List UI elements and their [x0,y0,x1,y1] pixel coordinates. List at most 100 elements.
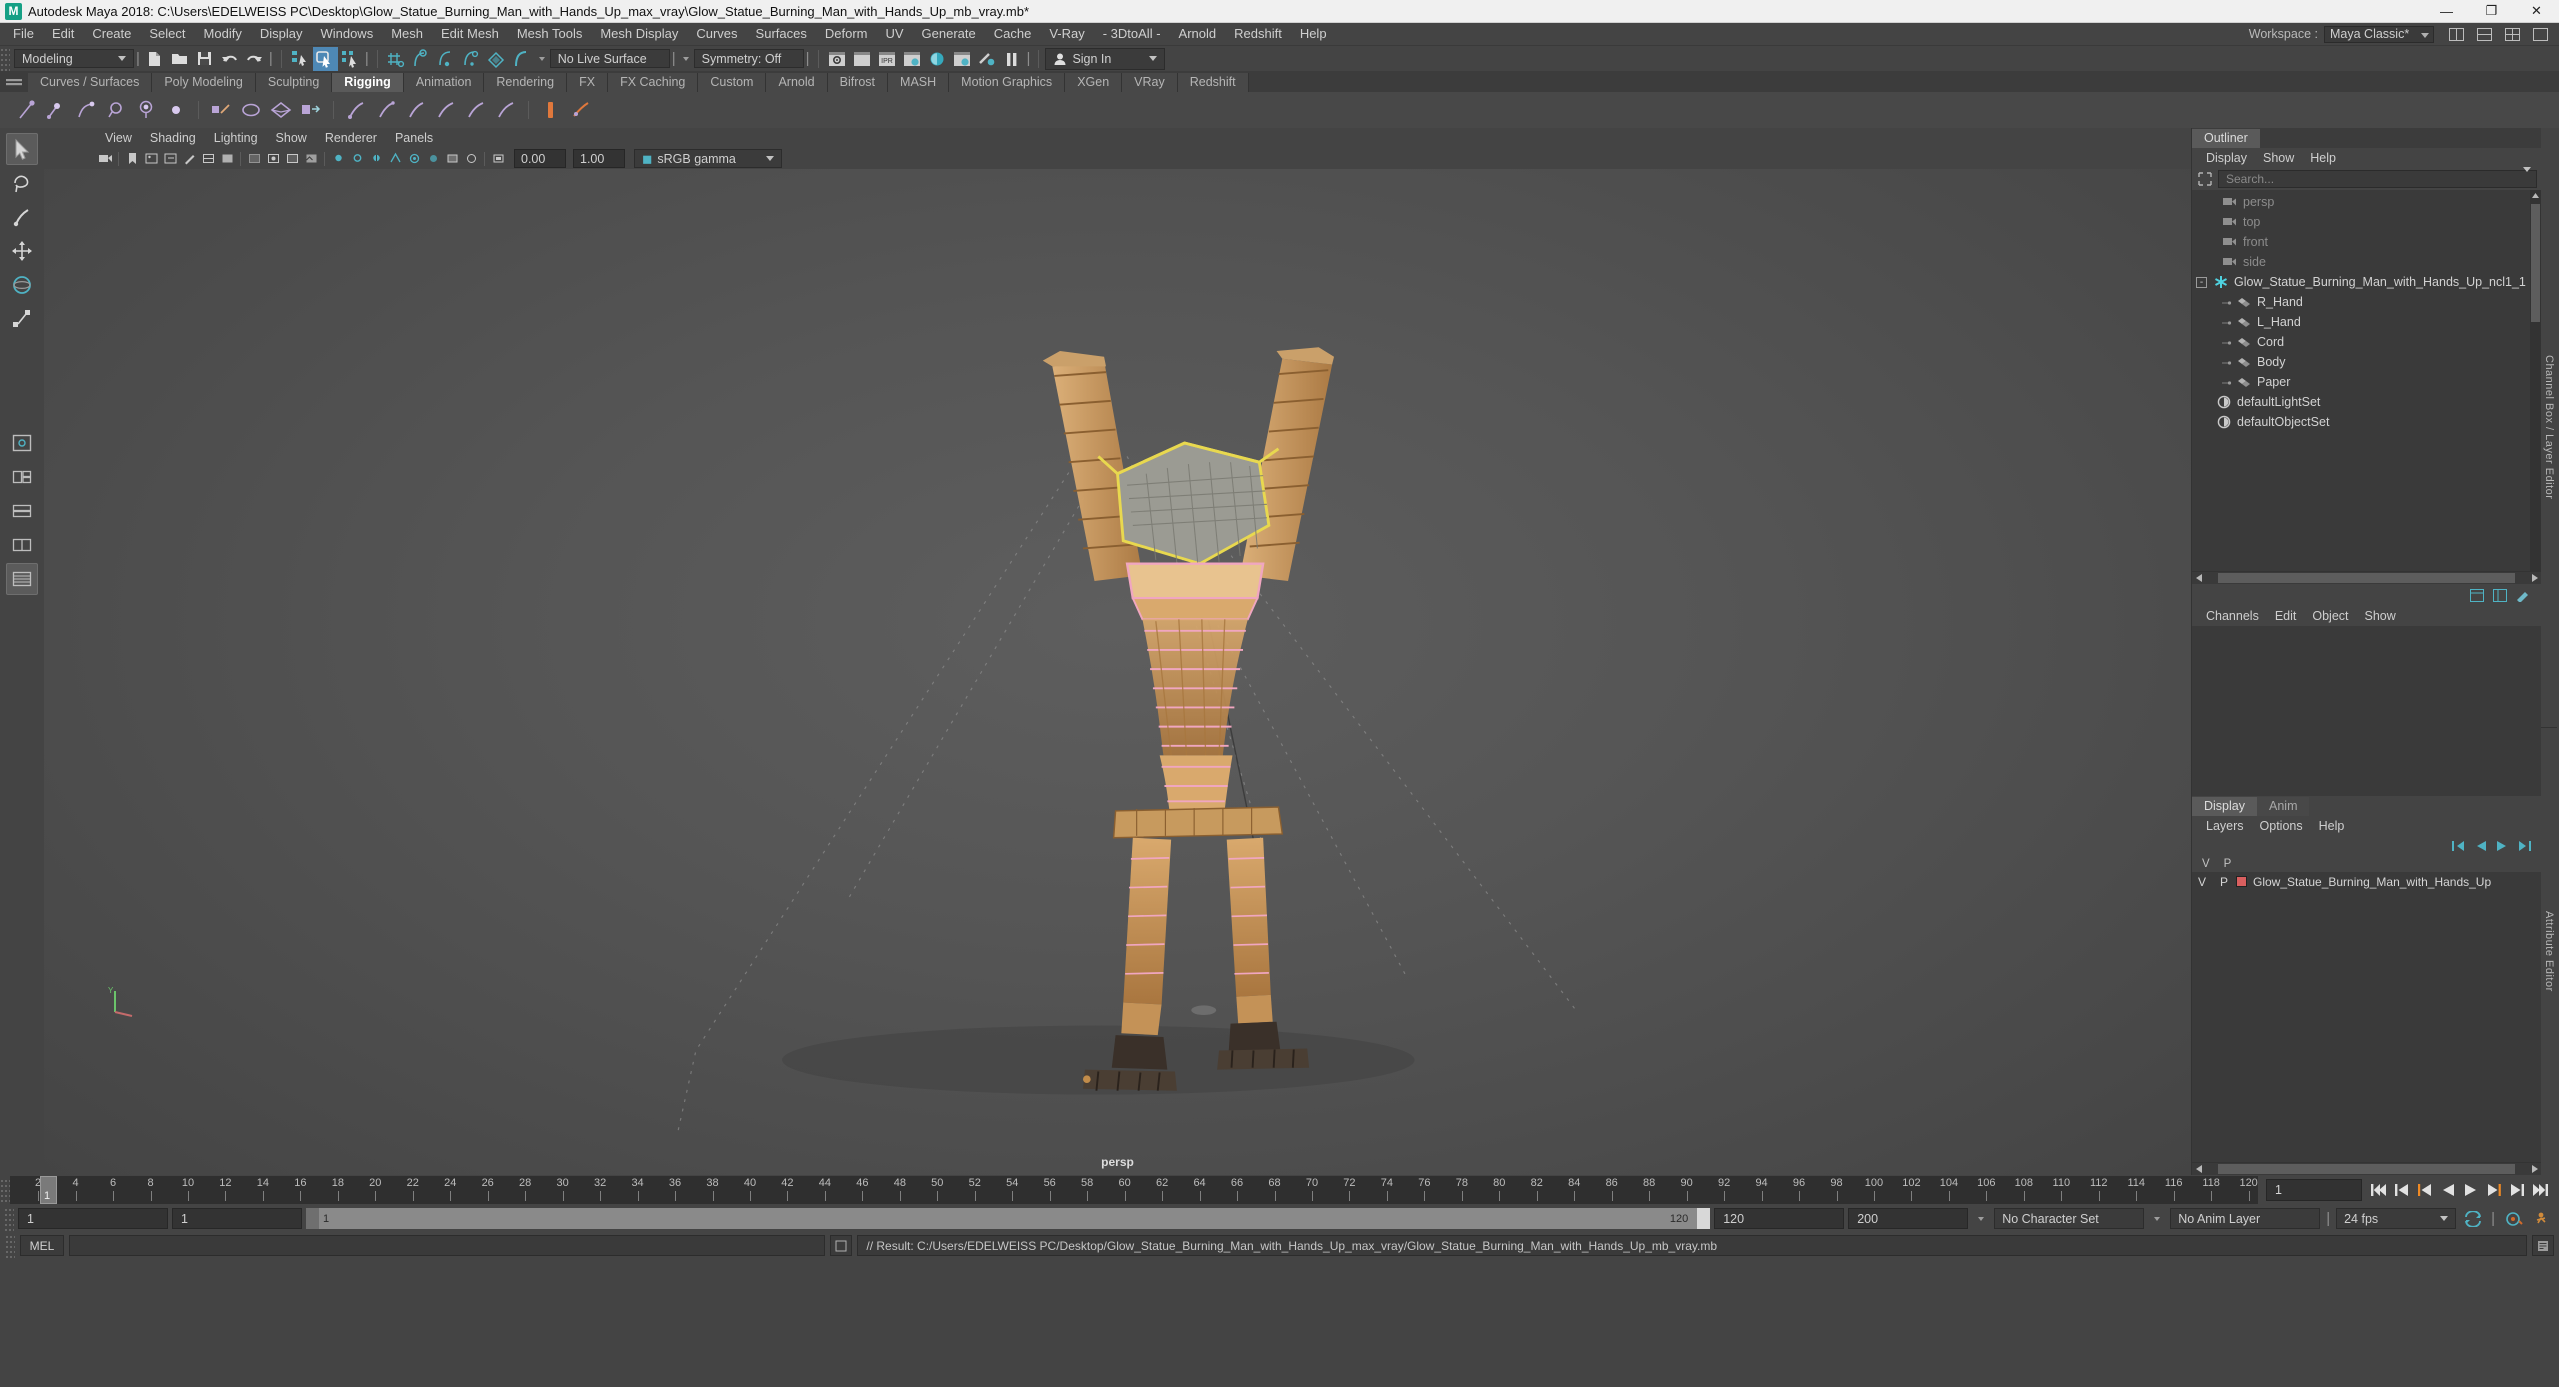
channel-box-menu-edit[interactable]: Edit [2267,606,2305,626]
viewport-layout-two-icon[interactable] [6,461,38,493]
snap-view-plane-icon[interactable] [484,47,509,71]
layer-visibility-toggle[interactable]: V [2198,875,2208,889]
wrap-deformer-icon[interactable] [267,95,295,125]
select-hierarchy-button[interactable] [288,47,313,71]
menu-generate[interactable]: Generate [913,23,985,45]
ik-handle-tool-icon[interactable] [42,95,70,125]
search-scope-icon[interactable] [2196,170,2214,188]
menu-mesh-tools[interactable]: Mesh Tools [508,23,592,45]
outliner-item-top[interactable]: top [2192,212,2541,232]
smooth-bind-icon[interactable] [132,95,160,125]
menu-display[interactable]: Display [251,23,312,45]
menu-select[interactable]: Select [140,23,194,45]
tool-settings-toggle-icon[interactable] [2513,586,2533,604]
viewport-menu-shading[interactable]: Shading [141,128,205,148]
total-end-field[interactable]: 200 [1848,1208,1968,1229]
tab-anim-layers[interactable]: Anim [2257,797,2309,816]
snap-projected-center-icon[interactable] [459,47,484,71]
symmetry-dropdown-arrow[interactable] [678,47,694,71]
strip-channel-box-layer-editor[interactable]: Channel Box / Layer Editor [2541,128,2557,728]
lighting-all-icon[interactable] [348,150,366,167]
layer-prev-icon[interactable] [2471,838,2489,854]
anim-layer-dropdown[interactable]: No Anim Layer [2170,1208,2320,1229]
workspace-layout-icon-2[interactable] [2472,22,2497,46]
rigid-bind-icon[interactable] [162,95,190,125]
viewport-menu-renderer[interactable]: Renderer [316,128,386,148]
scroll-right-arrow-icon[interactable] [2528,572,2541,585]
layer-menu-layers[interactable]: Layers [2198,816,2252,836]
paint-weights-icon-6[interactable] [492,95,520,125]
shelf-tab-bifrost[interactable]: Bifrost [828,73,888,92]
range-slider-bar[interactable]: 1 120 [306,1208,1710,1229]
current-frame-field[interactable]: 1 [2266,1179,2362,1201]
redo-render-icon[interactable] [850,47,875,71]
outliner-tree[interactable]: persp top front side - Glow_Statue_Burni… [2192,190,2541,571]
color-space-dropdown[interactable]: ◼ sRGB gamma [634,149,782,168]
command-execute-icon[interactable] [830,1235,852,1256]
aa-icon[interactable] [386,150,404,167]
shelf-tab-poly-modeling[interactable]: Poly Modeling [152,73,256,92]
shelf-tab-motion-graphics[interactable]: Motion Graphics [949,73,1065,92]
layer-list[interactable]: V P Glow_Statue_Burning_Man_with_Hands_U… [2192,872,2541,1162]
live-surface-field[interactable]: No Live Surface [550,49,670,68]
tab-outliner[interactable]: Outliner [2192,129,2260,148]
joint-tool-icon[interactable] [12,95,40,125]
multisample-icon[interactable] [443,150,461,167]
channel-box-menu-channels[interactable]: Channels [2198,606,2267,626]
lighting-default-icon[interactable] [329,150,347,167]
layer-first-icon[interactable] [2449,838,2467,854]
channel-box-menu-object[interactable]: Object [2304,606,2356,626]
shelf-tab-xgen[interactable]: XGen [1065,73,1122,92]
grease-pencil-icon[interactable] [180,150,198,167]
outliner-item-cord[interactable]: Cord [2192,332,2541,352]
command-input-field[interactable] [69,1235,825,1256]
loop-playback-icon[interactable] [2460,1207,2485,1231]
shadows-icon[interactable] [283,150,301,167]
character-set-dropdown[interactable]: No Character Set [1994,1208,2144,1229]
menu-vray[interactable]: V-Ray [1040,23,1093,45]
outliner-item-defaultobjectset[interactable]: defaultObjectSet [2192,412,2541,432]
shelf-tab-custom[interactable]: Custom [698,73,766,92]
fps-dropdown[interactable]: 24 fps [2336,1208,2456,1229]
blend-shape-icon[interactable] [297,95,325,125]
hscroll-track[interactable] [2218,573,2515,583]
snap-curve-icon[interactable] [409,47,434,71]
channel-box-toggle-icon[interactable] [2467,586,2487,604]
menu-modify[interactable]: Modify [195,23,251,45]
paint-select-tool-icon[interactable] [6,201,38,233]
shelf-menu-icon[interactable] [0,71,28,92]
image-plane-icon[interactable] [142,150,160,167]
viewport-3d[interactable]: Y persp [44,169,2191,1175]
shelf-tab-animation[interactable]: Animation [404,73,485,92]
menuset-dropdown[interactable]: Modeling [14,49,134,68]
paint-weights-icon-1[interactable] [342,95,370,125]
status-line-gripper[interactable] [0,46,10,72]
workspace-layout-icon-3[interactable] [2500,22,2525,46]
gamma-field[interactable]: 1.00 [573,149,625,168]
lattice-deformer-icon[interactable] [207,95,235,125]
shelf-tab-fx-caching[interactable]: FX Caching [608,73,698,92]
menu-cache[interactable]: Cache [985,23,1041,45]
step-back-keyframe-icon[interactable] [2391,1178,2413,1202]
redo-button[interactable] [242,47,267,71]
layer-color-swatch[interactable] [2236,876,2247,887]
menu-mesh-display[interactable]: Mesh Display [591,23,687,45]
menu-uv[interactable]: UV [876,23,912,45]
viewport-menu-panels[interactable]: Panels [386,128,442,148]
toggle-render-view-icon[interactable] [975,47,1000,71]
outliner-item-paper[interactable]: Paper [2192,372,2541,392]
command-line-gripper[interactable] [5,1233,15,1259]
outliner-item-l-hand[interactable]: L_Hand [2192,312,2541,332]
channel-box-menu-show[interactable]: Show [2357,606,2404,626]
rotate-tool-icon[interactable] [6,269,38,301]
menu-mesh[interactable]: Mesh [382,23,432,45]
anim-start-field[interactable]: 1 [172,1208,302,1229]
wireframe-icon[interactable] [199,150,217,167]
workspace-dropdown[interactable]: Maya Classic* [2324,26,2434,43]
auto-keyframe-icon[interactable] [2501,1207,2526,1231]
outliner-item-glow-statue-root[interactable]: - Glow_Statue_Burning_Man_with_Hands_Up_… [2192,272,2541,292]
isolate-select-icon[interactable] [489,150,507,167]
render-setup-icon[interactable] [950,47,975,71]
ipr-render-icon[interactable]: IPR [875,47,900,71]
time-slider-gripper[interactable] [0,1177,10,1203]
